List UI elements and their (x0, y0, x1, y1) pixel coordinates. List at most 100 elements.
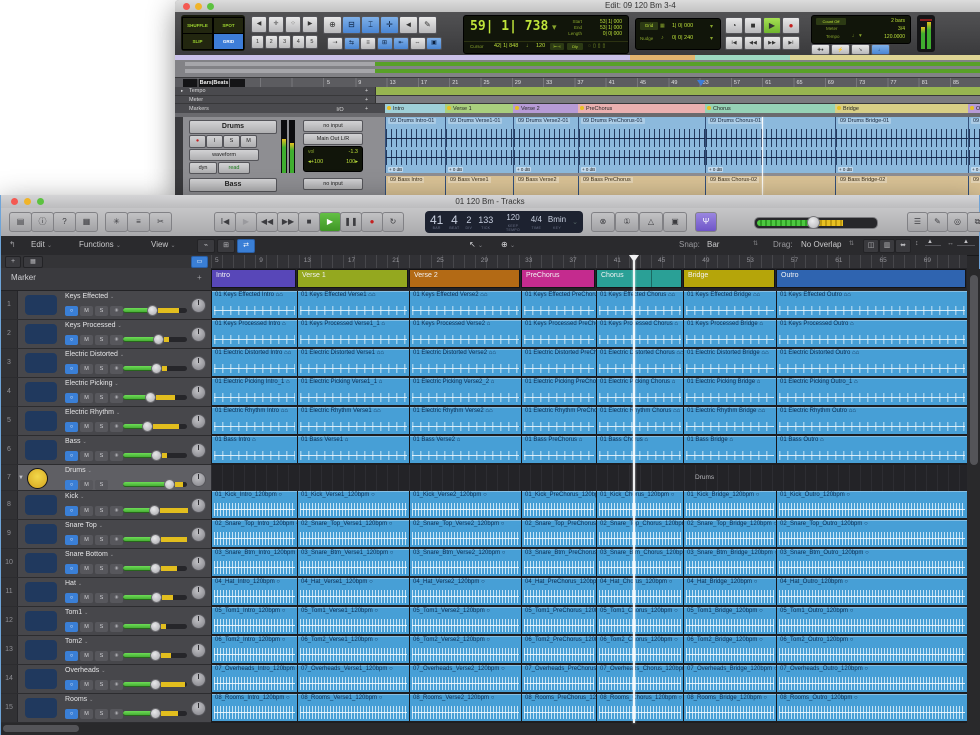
region[interactable]: 01 Electric Distorted Intro ⌂⌂ (211, 349, 297, 376)
lcd-display[interactable]: 41BAR 4BEAT 2DIV 133TICK 120KEEP TEMPO 4… (425, 211, 583, 233)
mute-button[interactable]: M (80, 506, 93, 516)
region[interactable]: 03_Snare_Btm_Intro_120bpm ○ (211, 549, 297, 576)
region[interactable]: 01 Keys Effected Verse1 ⌂⌂ (297, 291, 409, 318)
volume-slider[interactable] (123, 566, 187, 571)
region[interactable]: 07_Overheads_Intro_120bpm ○ (211, 665, 297, 692)
play-button[interactable]: ▶ (763, 17, 781, 34)
pt-audio-region[interactable]: 09 Bass Chorus-02 (705, 176, 836, 195)
power-button[interactable]: ○ (65, 593, 78, 603)
freeze-button[interactable]: ✳ (110, 680, 123, 690)
track-header-tom1[interactable]: 12Tom1 ⌄○MS✳ (1, 607, 211, 636)
track-header-electric-distorted[interactable]: 3Electric Distorted ⌄○MS✳ (1, 349, 211, 378)
mirrored-midi-button[interactable]: ▣ (426, 37, 442, 50)
cut-tool-button[interactable]: ✂ (149, 212, 172, 232)
main-counter-lcd[interactable]: 59| 1| 738 ▾ Start End Length 53| 1| 000… (463, 15, 629, 54)
region[interactable]: 01_Kick_Chorus_120bpm ○ (596, 491, 683, 518)
go-to-start-button[interactable]: Ⅰ◀ (725, 36, 743, 50)
region[interactable]: 03_Snare_Btm_Verse1_120bpm ○ (297, 549, 409, 576)
forward-button[interactable]: ▶▶ (277, 212, 299, 232)
grabber-tool[interactable]: ✛ (380, 16, 399, 34)
tuning-fork-button[interactable]: Ψ (695, 212, 717, 232)
track-name[interactable]: Keys Processed ⌄ (65, 322, 122, 329)
region[interactable]: 07_Overheads_Chorus_120bpm ○ (596, 665, 683, 692)
region[interactable]: 06_Tom2_Verse1_120bpm ○ (297, 636, 409, 663)
region[interactable]: 01 Keys Effected Chorus ⌂⌂ (596, 291, 683, 318)
pan-knob[interactable] (191, 385, 206, 400)
mute-button[interactable]: M (80, 680, 93, 690)
mode-spot-button[interactable]: SPOT (213, 17, 244, 34)
menu-view[interactable]: View ⌄ (151, 240, 175, 249)
section-intro[interactable]: Intro (211, 269, 296, 288)
region[interactable]: 01 Keys Processed Bridge ⌂ (683, 320, 776, 347)
media-browser-button[interactable]: ▦ (75, 212, 98, 232)
solo-button[interactable]: S (223, 135, 240, 148)
region[interactable]: 01 Electric Rhythm PreChorus ⌂⌂ (521, 407, 596, 434)
record-button[interactable]: ● (782, 17, 800, 34)
logic-titlebar[interactable]: 01 120 Bm - Tracks (1, 195, 979, 208)
region[interactable]: 01 Electric Picking Outro_1 ⌂ (776, 378, 967, 405)
counter-dropdown-icon[interactable]: ▾ (552, 22, 557, 33)
volume-knob[interactable] (149, 505, 160, 516)
zoom-out-icon[interactable]: ◀ (251, 16, 267, 33)
region[interactable]: 01 Keys Processed Verse2 ⌂ (409, 320, 521, 347)
v-scroll-thumb[interactable] (970, 275, 978, 465)
freeze-button[interactable]: ✳ (110, 622, 123, 632)
region[interactable]: 01 Keys Effected Verse2 ⌂⌂ (409, 291, 521, 318)
mute-button[interactable]: M (80, 306, 93, 316)
section-bridge[interactable]: Bridge (683, 269, 775, 288)
freeze-button[interactable]: ✳ (110, 651, 123, 661)
horizontal-zoom-knob[interactable]: ▲ (963, 239, 969, 245)
nudge-dropdown-icon[interactable]: ▾ (710, 35, 713, 42)
pan-knob[interactable] (191, 498, 206, 513)
solo-button[interactable]: S (95, 535, 108, 545)
pan-knob[interactable] (191, 585, 206, 600)
menu-functions[interactable]: Functions ⌄ (79, 240, 121, 249)
freeze-button[interactable]: ✳ (110, 535, 123, 545)
pan-knob[interactable] (191, 356, 206, 371)
mute-button[interactable]: M (80, 451, 93, 461)
track-name[interactable]: Snare Top ⌄ (65, 522, 103, 529)
region[interactable]: 07_Overheads_Verse1_120bpm ○ (297, 665, 409, 692)
power-button[interactable]: ○ (65, 564, 78, 574)
dyn-button[interactable]: dyn (189, 162, 217, 174)
region[interactable]: 07_Overheads_Verse2_120bpm ○ (409, 665, 521, 692)
track-name[interactable]: Kick ⌄ (65, 493, 84, 500)
region[interactable]: 01 Keys Processed Outro ⌂ (776, 320, 967, 347)
cycle-button[interactable]: ↻ (382, 212, 404, 232)
horizontal-scrollbar[interactable] (1, 723, 980, 735)
fit-zoom-button[interactable]: ⬌ (895, 239, 911, 253)
grid-nudge-lcd[interactable]: Grid ▦ 1| 0| 000 ▾ Nudge ♪ 0| 0| 240 ▾ (635, 18, 721, 50)
track-header-overheads[interactable]: 14Overheads ⌄○MS✳ (1, 665, 211, 694)
region[interactable]: 01 Electric Distorted Verse2 ⌂⌂ (409, 349, 521, 376)
pt-audio-region[interactable]: 09 Bass Intro (385, 176, 446, 195)
note-pads-button[interactable]: ✎ (927, 212, 948, 232)
volume-slider[interactable] (123, 453, 187, 458)
volume-slider[interactable] (123, 308, 187, 313)
pt-audio-region[interactable]: 09 Bass Verse2 (513, 176, 579, 195)
power-button[interactable]: ○ (65, 451, 78, 461)
volume-slider[interactable] (123, 424, 187, 429)
volume-knob[interactable] (145, 392, 156, 403)
region[interactable]: 04_Hat_Intro_120bpm ○ (211, 578, 297, 605)
input-monitor-button[interactable]: I (206, 135, 223, 148)
region[interactable]: 01 Electric Distorted Chorus ⌂⌂ (596, 349, 683, 376)
region-inspector-icon[interactable]: ⇄ (237, 239, 255, 253)
track-header-keys-effected[interactable]: 1Keys Effected ⌄○MS✳ (1, 291, 211, 320)
zoom-preset-5[interactable]: 5 (305, 35, 318, 49)
pan-knob[interactable] (191, 643, 206, 658)
snap-chevrons-icon[interactable]: ⇅ (753, 240, 758, 247)
vertical-zoom-knob[interactable]: ▲ (927, 239, 933, 245)
region[interactable]: 08_Rooms_Bridge_120bpm ○ (683, 694, 776, 721)
power-button[interactable]: ○ (65, 422, 78, 432)
volume-knob[interactable] (150, 650, 161, 661)
volume-slider[interactable] (123, 395, 187, 400)
pause-button[interactable]: ❚❚ (340, 212, 362, 232)
region[interactable]: 04_Hat_Outro_120bpm ○ (776, 578, 967, 605)
record-enable-button[interactable]: ● (189, 135, 206, 148)
track-name[interactable]: Overheads ⌄ (65, 667, 105, 674)
input-selector[interactable]: no input (303, 178, 363, 190)
region[interactable]: 01 Electric Distorted Bridge ⌂⌂ (683, 349, 776, 376)
drums-track-name[interactable]: Drums (189, 120, 277, 134)
region[interactable]: 02_Snare_Top_Intro_120bpm ○ (211, 520, 297, 547)
go-to-beginning-button[interactable]: Ⅰ◀ (214, 212, 236, 232)
